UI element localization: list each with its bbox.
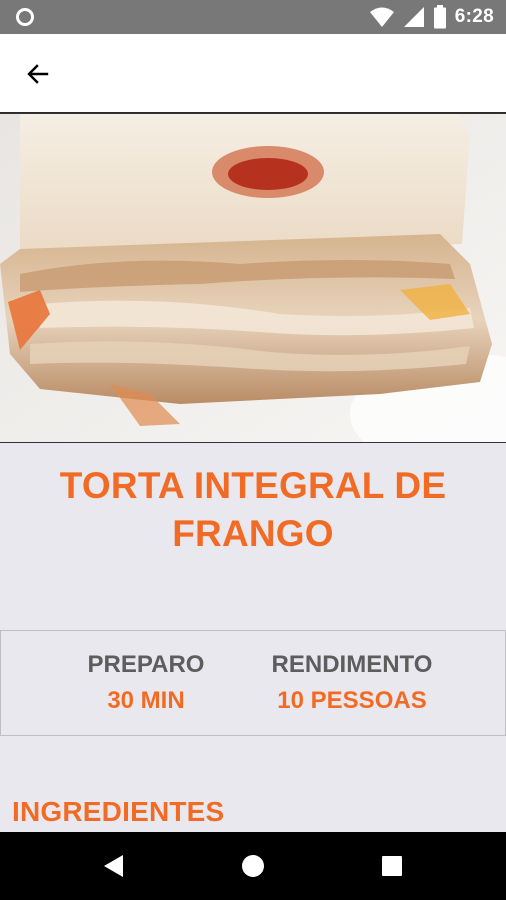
nav-recents-icon: [382, 856, 402, 876]
nav-back-button[interactable]: [74, 832, 154, 900]
status-bar: 6:28: [0, 0, 506, 34]
rendimento-label: RENDIMENTO: [271, 651, 433, 678]
nav-home-icon: [242, 855, 264, 877]
preparo-info: PREPARO 30 MIN: [71, 649, 221, 719]
wifi-icon: [369, 7, 394, 27]
circle-indicator-icon: [16, 8, 34, 26]
preparo-label: PREPARO: [87, 651, 205, 678]
recipe-title-line-1: TORTA INTEGRAL DE: [59, 465, 447, 506]
pie-illustration: [0, 114, 506, 442]
recipe-title-line-2: FRANGO: [172, 513, 334, 554]
signal-icon: [403, 7, 424, 27]
back-button[interactable]: [18, 54, 58, 94]
recipe-title: TORTA INTEGRAL DE FRANGO: [0, 462, 506, 558]
nav-home-button[interactable]: [213, 832, 293, 900]
nav-back-icon: [104, 855, 123, 877]
recipe-photo: [0, 113, 506, 443]
rendimento-info: RENDIMENTO 10 PESSOAS: [247, 649, 457, 719]
nav-recents-button[interactable]: [352, 832, 432, 900]
battery-icon: [433, 5, 446, 29]
status-icons: 6:28: [369, 5, 494, 29]
ingredients-heading: INGREDIENTES: [12, 796, 225, 827]
system-nav-bar: [0, 832, 506, 900]
recipe-info-box: PREPARO 30 MIN RENDIMENTO 10 PESSOAS: [0, 630, 506, 736]
status-time: 6:28: [454, 6, 494, 27]
arrow-left-icon: [27, 64, 49, 84]
preparo-value: 30 MIN: [107, 687, 185, 714]
app-bar: [0, 34, 506, 113]
rendimento-value: 10 PESSOAS: [277, 687, 427, 714]
